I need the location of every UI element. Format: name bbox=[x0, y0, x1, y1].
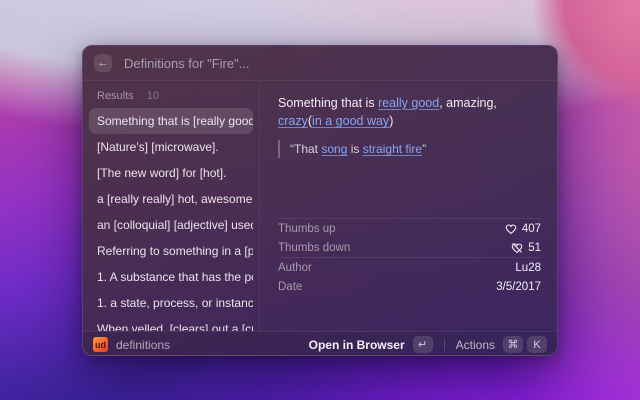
list-item[interactable]: a [really really] hot, awesome or ama… bbox=[89, 186, 253, 212]
quote-link[interactable]: straight fire bbox=[363, 142, 422, 156]
divider bbox=[443, 338, 445, 351]
footer-actions: Open in Browser ↵ Actions ⌘ K bbox=[309, 336, 547, 353]
metadata-section: Thumbs up 407 Thumbs down 51 Author Lu28… bbox=[278, 218, 541, 296]
thumbs-up-label: Thumbs up bbox=[278, 222, 336, 235]
definition-link[interactable]: crazy bbox=[278, 114, 308, 128]
quote-fragment: ” bbox=[422, 142, 427, 157]
definition-text: Something that is really good, amazing, … bbox=[278, 94, 541, 130]
thumbs-up-count: 407 bbox=[521, 222, 541, 235]
definition-link[interactable]: in a good way bbox=[312, 114, 389, 128]
quote-link[interactable]: song bbox=[321, 142, 347, 156]
quote-fragment: “That bbox=[290, 142, 322, 157]
extension-name: definitions bbox=[116, 337, 171, 352]
actions-menu-button[interactable]: Actions ⌘ K bbox=[456, 336, 547, 353]
heart-off-icon bbox=[511, 242, 523, 254]
detail-pane: Something that is really good, amazing, … bbox=[260, 81, 557, 331]
date-label: Date bbox=[278, 280, 303, 293]
window-body: Results 10 Something that is [really goo… bbox=[83, 81, 557, 331]
page-title: Definitions for "Fire"... bbox=[124, 55, 250, 71]
actions-label: Actions bbox=[455, 337, 495, 352]
thumbs-down-label: Thumbs down bbox=[278, 241, 351, 254]
heart-icon bbox=[505, 223, 517, 235]
back-button[interactable]: ← bbox=[94, 54, 112, 72]
extension-chip: ud definitions bbox=[93, 337, 170, 352]
thumbs-up-value: 407 bbox=[505, 223, 541, 235]
window-header: ← Definitions for "Fire"... bbox=[83, 46, 557, 81]
thumbs-down-count: 51 bbox=[528, 241, 541, 254]
definition-fragment: ) bbox=[389, 114, 394, 129]
quote-fragment: is bbox=[347, 142, 363, 157]
list-item[interactable]: [The new word] for [hot]. bbox=[89, 160, 253, 186]
list-item[interactable]: Referring to something in a [positive… bbox=[89, 238, 253, 264]
author-value: Lu28 bbox=[515, 261, 541, 274]
example-quote: “That song is straight fire” bbox=[278, 140, 541, 159]
date-row: Date 3/5/2017 bbox=[278, 277, 541, 296]
list-item[interactable]: [Nature's] [microwave]. bbox=[89, 134, 253, 160]
author-row: Author Lu28 bbox=[278, 258, 541, 277]
actions-shortcut: ⌘ K bbox=[503, 336, 547, 353]
definition-link[interactable]: really good bbox=[378, 96, 439, 110]
open-in-browser-button[interactable]: Open in Browser ↵ bbox=[309, 336, 433, 353]
detail-spacer bbox=[278, 158, 541, 218]
desktop-wallpaper: ← Definitions for "Fire"... Results 10 S… bbox=[0, 0, 640, 400]
action-bar: ud definitions Open in Browser ↵ Actions… bbox=[83, 331, 557, 355]
raycast-window: ← Definitions for "Fire"... Results 10 S… bbox=[82, 45, 558, 356]
author-label: Author bbox=[278, 261, 312, 274]
result-list: Something that is [really good], ama… [N… bbox=[83, 107, 259, 331]
command-key-icon: ⌘ bbox=[503, 336, 523, 353]
date-value: 3/5/2017 bbox=[496, 280, 541, 293]
results-count: 10 bbox=[146, 90, 159, 102]
list-item[interactable]: When yelled, [clears] out a [crowded… bbox=[89, 316, 253, 331]
results-label: Results bbox=[97, 90, 134, 102]
list-item[interactable]: an [colloquial] [adjective] used to de… bbox=[89, 212, 253, 238]
list-item[interactable]: 1. a state, process, or instance of [co… bbox=[89, 290, 253, 316]
open-in-browser-label: Open in Browser bbox=[308, 337, 405, 352]
thumbs-down-value: 51 bbox=[511, 242, 541, 254]
definition-fragment: Something that is bbox=[278, 96, 379, 110]
list-item[interactable]: 1. A substance that has the power t… bbox=[89, 264, 253, 290]
definition-fragment: , amazing, bbox=[439, 96, 497, 110]
list-item[interactable]: Something that is [really good], ama… bbox=[89, 108, 253, 134]
urban-dictionary-icon: ud bbox=[93, 337, 108, 352]
thumbs-up-row: Thumbs up 407 bbox=[278, 219, 541, 238]
results-section-header: Results 10 bbox=[83, 81, 259, 107]
results-pane: Results 10 Something that is [really goo… bbox=[83, 81, 260, 331]
k-key: K bbox=[527, 336, 547, 353]
back-arrow-icon: ← bbox=[97, 57, 109, 69]
return-key-icon: ↵ bbox=[412, 336, 433, 353]
thumbs-down-row: Thumbs down 51 bbox=[278, 238, 541, 257]
